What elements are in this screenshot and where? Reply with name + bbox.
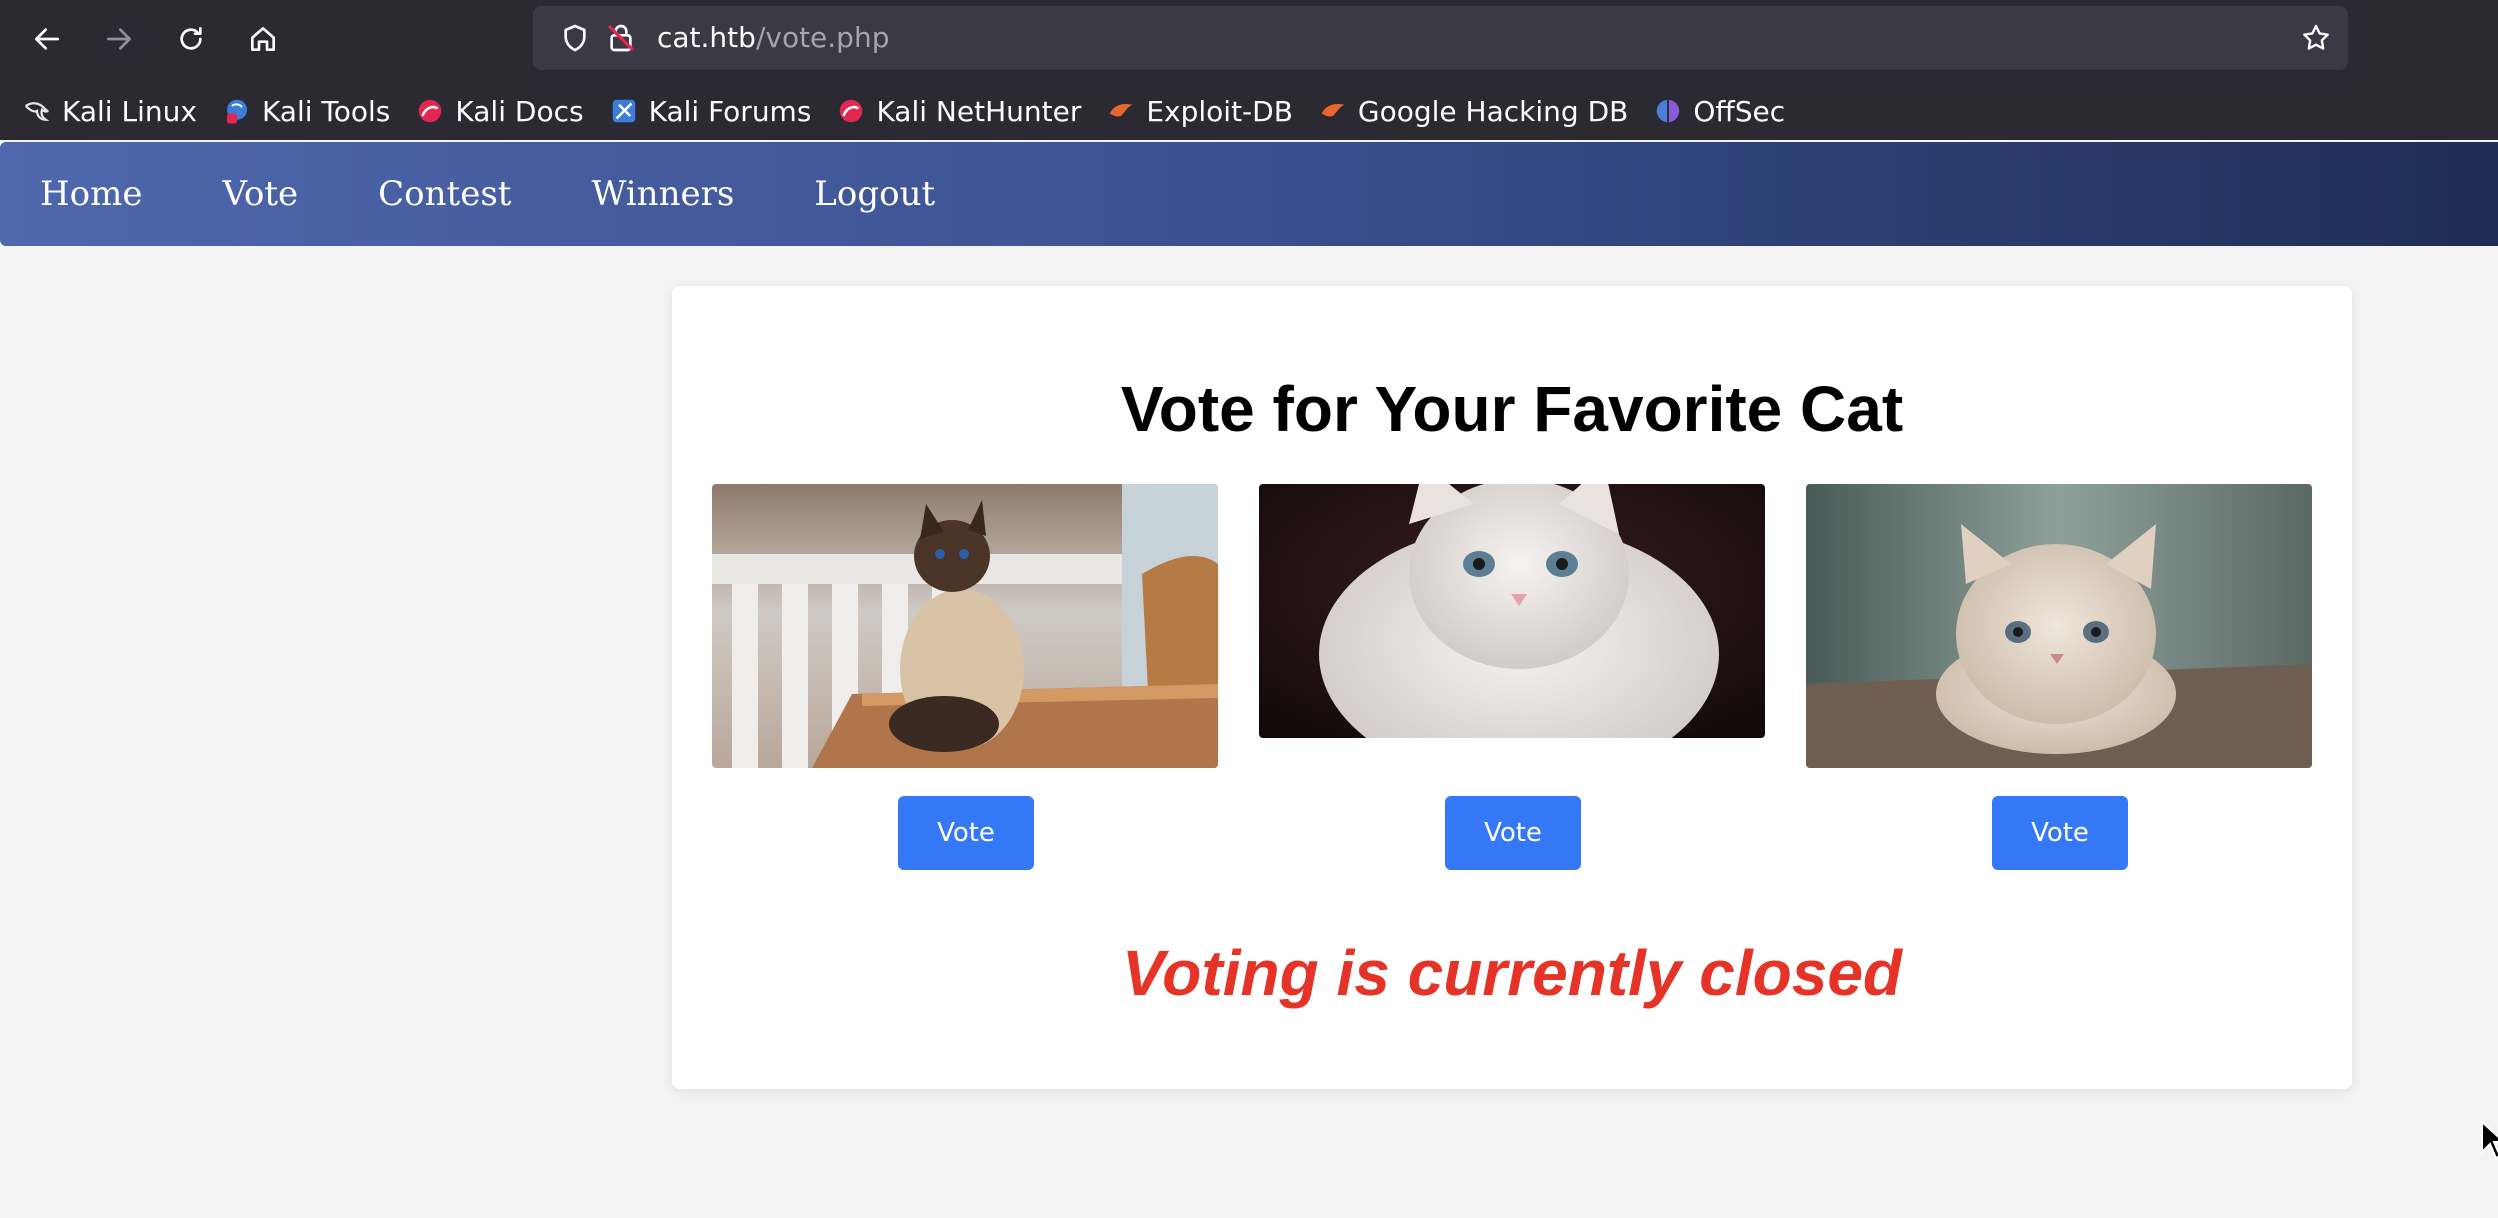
forward-button[interactable] <box>94 14 144 64</box>
white-kitten-photo <box>1259 484 1765 738</box>
browser-chrome: cat.htb/vote.php Kali Linux Kali Tools K… <box>0 0 2498 140</box>
bookmark-kali-forums[interactable]: Kali Forums <box>609 87 824 135</box>
bookmark-exploit-db[interactable]: Exploit-DB <box>1106 87 1305 135</box>
siamese-cat-photo <box>712 484 1218 768</box>
nav-winners-link[interactable]: Winners <box>591 174 734 214</box>
voting-closed-message: Voting is currently closed <box>1121 937 1903 1009</box>
arrow-left-icon <box>35 28 59 50</box>
reload-button[interactable] <box>166 14 216 64</box>
url-text[interactable]: cat.htb/vote.php <box>657 6 889 70</box>
mouse-cursor-icon <box>2481 1120 2498 1160</box>
cat-entry-1: Vote <box>712 484 1218 870</box>
bookmark-offsec[interactable]: OffSec <box>1653 87 1797 135</box>
cat-entry-2: Vote <box>1259 484 1765 870</box>
vote-button-2[interactable]: Vote <box>1445 796 1581 870</box>
ghdb-icon <box>1318 96 1348 126</box>
bookmark-label: Kali NetHunter <box>876 94 1082 128</box>
bookmarks-bar: Kali Linux Kali Tools Kali Docs Kali For… <box>0 84 2498 138</box>
kali-docs-icon <box>415 96 445 126</box>
kali-tools-icon <box>222 96 252 126</box>
bookmark-label: OffSec <box>1693 94 1786 128</box>
bookmark-label: Kali Docs <box>455 94 584 128</box>
nav-logout-link[interactable]: Logout <box>814 174 935 214</box>
bookmark-label: Google Hacking DB <box>1357 94 1629 128</box>
browser-toolbar: cat.htb/vote.php <box>0 0 2498 78</box>
cat-entry-3: Vote <box>1806 484 2312 870</box>
nav-home-link[interactable]: Home <box>40 174 142 214</box>
insecure-lock-icon[interactable] <box>605 22 637 54</box>
bookmark-label: Kali Linux <box>62 94 197 128</box>
home-button[interactable] <box>238 14 288 64</box>
bookmark-kali-nethunter[interactable]: Kali NetHunter <box>836 87 1093 135</box>
bookmark-google-hacking-db[interactable]: Google Hacking DB <box>1318 87 1640 135</box>
kali-dragon-icon <box>22 96 52 126</box>
bookmark-kali-linux[interactable]: Kali Linux <box>22 87 209 135</box>
vote-button-1[interactable]: Vote <box>898 796 1034 870</box>
kali-nethunter-icon <box>836 96 866 126</box>
site-navbar: Home Vote Contest Winners Logout <box>0 142 2498 246</box>
page-title: Vote for Your Favorite Cat <box>1120 373 1904 445</box>
home-icon <box>251 27 275 51</box>
bookmark-label: Kali Tools <box>261 94 391 128</box>
fluffy-kitten-photo <box>1806 484 2312 768</box>
nav-vote-link[interactable]: Vote <box>222 174 298 214</box>
back-button[interactable] <box>22 14 72 64</box>
url-host: cat.htb <box>657 21 756 54</box>
bookmark-label: Exploit-DB <box>1146 94 1293 128</box>
url-path: /vote.php <box>755 21 890 54</box>
bookmark-label: Kali Forums <box>648 94 812 128</box>
bookmark-kali-tools[interactable]: Kali Tools <box>222 87 402 135</box>
arrow-right-icon <box>107 28 131 50</box>
address-bar[interactable]: cat.htb/vote.php <box>533 6 2348 70</box>
bookmark-star-icon[interactable] <box>2300 22 2332 54</box>
reload-icon <box>180 27 202 50</box>
shield-icon[interactable] <box>559 22 591 54</box>
offsec-icon <box>1653 96 1683 126</box>
exploit-db-icon <box>1106 96 1136 126</box>
nav-contest-link[interactable]: Contest <box>378 174 511 214</box>
bookmark-kali-docs[interactable]: Kali Docs <box>415 87 595 135</box>
vote-card: Vote for Your Favorite Cat Vote Vote Vot… <box>672 286 2352 1089</box>
vote-button-3[interactable]: Vote <box>1992 796 2128 870</box>
kali-forums-icon <box>609 96 639 126</box>
